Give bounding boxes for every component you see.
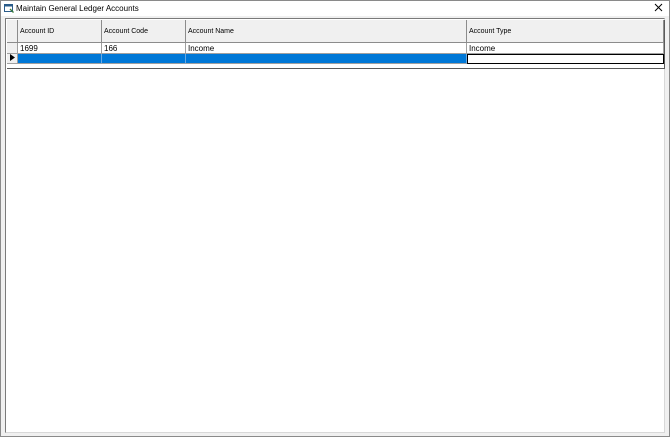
close-button[interactable] xyxy=(647,1,669,16)
new-cell-account-name[interactable] xyxy=(186,54,467,64)
column-header-account-id[interactable]: Account ID xyxy=(18,20,102,43)
cell-account-type[interactable]: Income xyxy=(467,43,664,54)
form-client-area: Account ID Account Code Account Name Acc… xyxy=(5,18,665,433)
cell-account-code[interactable]: 166 xyxy=(102,43,186,54)
column-header-account-code[interactable]: Account Code xyxy=(102,20,186,43)
cell-account-name[interactable]: Income xyxy=(186,43,467,54)
title-bar[interactable]: Maintain General Ledger Accounts xyxy=(1,1,669,16)
close-icon xyxy=(654,3,663,14)
table-row[interactable]: 1699 166 Income Income xyxy=(7,43,664,54)
new-cell-account-id[interactable] xyxy=(18,54,102,64)
column-header-account-type[interactable]: Account Type xyxy=(467,20,664,43)
column-header-account-name[interactable]: Account Name xyxy=(186,20,467,43)
grid-header-row: Account ID Account Code Account Name Acc… xyxy=(7,20,664,43)
row-header[interactable] xyxy=(7,43,18,54)
row-header-corner[interactable] xyxy=(7,20,18,43)
row-pointer-icon xyxy=(9,54,15,63)
accounts-grid[interactable]: Account ID Account Code Account Name Acc… xyxy=(7,20,665,69)
new-cell-account-code[interactable] xyxy=(102,54,186,64)
new-cell-account-type[interactable] xyxy=(467,54,664,64)
cell-account-id[interactable]: 1699 xyxy=(18,43,102,54)
app-form-icon xyxy=(4,4,14,13)
new-entry-row[interactable] xyxy=(7,54,664,64)
window-title: Maintain General Ledger Accounts xyxy=(16,4,139,13)
main-window: Maintain General Ledger Accounts Account… xyxy=(0,0,670,437)
row-header-current[interactable] xyxy=(7,54,18,64)
